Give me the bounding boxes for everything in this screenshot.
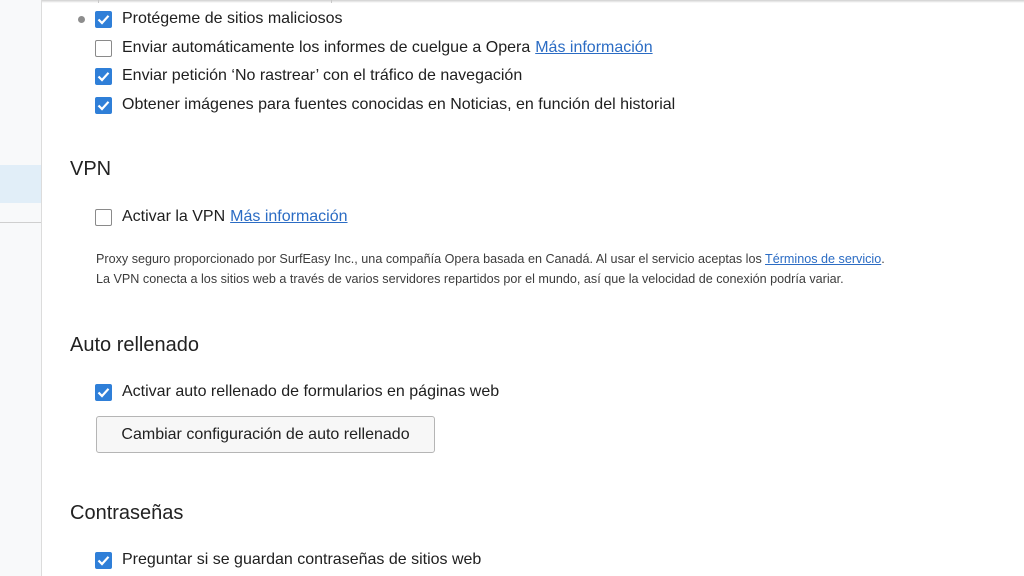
option-protect-malicious[interactable]: Protégeme de sitios maliciosos	[95, 8, 343, 30]
bullet-icon	[78, 16, 85, 23]
checkmark-icon[interactable]	[95, 96, 112, 114]
section-heading-passwords: Contraseñas	[70, 502, 184, 524]
option-label: Enviar automáticamente los informes de c…	[122, 39, 531, 56]
checkmark-icon[interactable]	[95, 551, 112, 569]
option-label: Preguntar si se guardan contraseñas de s…	[122, 551, 482, 568]
section-heading-autofill: Auto rellenado	[70, 334, 199, 356]
checkmark-icon[interactable]	[95, 383, 112, 401]
more-info-link[interactable]: Más información	[535, 39, 652, 57]
sidebar-divider	[0, 222, 41, 223]
checkmark-icon[interactable]	[95, 10, 112, 28]
vpn-description-line-1: Proxy seguro proporcionado por SurfEasy …	[96, 249, 885, 269]
settings-page: Protégeme de sitios maliciosos Enviar au…	[0, 0, 1024, 576]
option-ask-save-passwords[interactable]: Preguntar si se guardan contraseñas de s…	[95, 549, 481, 571]
option-label: Protégeme de sitios maliciosos	[122, 10, 343, 27]
option-label: Activar la VPN	[122, 208, 226, 225]
option-enable-autofill[interactable]: Activar auto rellenado de formularios en…	[95, 381, 499, 403]
description-text: Proxy seguro proporcionado por SurfEasy …	[96, 252, 766, 266]
option-label: Activar auto rellenado de formularios en…	[122, 383, 500, 400]
option-news-images[interactable]: Obtener imágenes para fuentes conocidas …	[95, 94, 675, 116]
more-info-link[interactable]: Más información	[230, 208, 347, 226]
empty-checkbox-icon[interactable]	[95, 208, 112, 226]
sidebar	[0, 0, 42, 576]
checkmark-icon[interactable]	[95, 67, 112, 85]
terms-of-service-link[interactable]: Términos de servicio	[765, 252, 881, 266]
vpn-description: Proxy seguro proporcionado por SurfEasy …	[96, 249, 885, 289]
option-do-not-track[interactable]: Enviar petición ‘No rastrear’ con el trá…	[95, 65, 522, 87]
sidebar-item-active[interactable]	[0, 165, 41, 203]
autofill-settings-button[interactable]: Cambiar configuración de auto rellenado	[96, 416, 435, 453]
empty-checkbox-icon[interactable]	[95, 39, 112, 57]
description-text: .	[881, 252, 885, 266]
section-heading-vpn: VPN	[70, 158, 112, 180]
vpn-description-line-2: La VPN conecta a los sitios web a través…	[96, 272, 844, 286]
option-enable-vpn[interactable]: Activar la VPN Más información	[95, 206, 348, 228]
option-label: Obtener imágenes para fuentes conocidas …	[122, 96, 676, 113]
option-send-crash-reports[interactable]: Enviar automáticamente los informes de c…	[95, 37, 653, 59]
top-edge	[42, 0, 1024, 3]
option-label: Enviar petición ‘No rastrear’ con el trá…	[122, 67, 523, 84]
top-edge-element	[98, 0, 332, 3]
